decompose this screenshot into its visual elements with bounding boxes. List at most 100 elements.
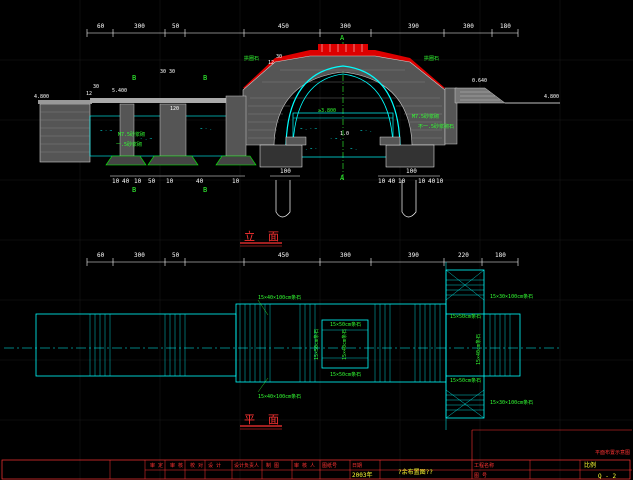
elev-dim-7: 300 <box>463 23 474 30</box>
right-level: 4.800 <box>544 94 559 100</box>
plan-title-char-2: 面 <box>268 413 279 426</box>
bdim-r1: 10 <box>378 178 386 185</box>
section-c-top: B <box>132 74 136 82</box>
bdim-r6: 40 <box>428 178 436 185</box>
elev-dim-6: 390 <box>408 23 419 30</box>
drawing-canvas: 60 300 50 450 300 390 300 180 A A ~ . - … <box>0 0 633 480</box>
bdim-l5: 10 <box>166 178 174 185</box>
svg-text:~ .: ~ . <box>350 146 357 151</box>
bdim-r3: 10 <box>398 178 406 185</box>
arch-top-level: 0.640 <box>472 78 487 84</box>
elev-dim-3: 50 <box>172 23 180 30</box>
bdim-l2: 40 <box>122 178 130 185</box>
svg-text:~ - .: ~ - . <box>360 128 372 133</box>
elev-dim-1: 60 <box>97 23 105 30</box>
bdim-l3: 10 <box>134 178 142 185</box>
svg-text:~ - ~: ~ - ~ <box>100 128 113 133</box>
tb-cell-7: 审 核 人 <box>294 462 315 469</box>
plan-notes: 15×40×100cm条石 15×40×100cm条石 15×50cm条石 15… <box>257 293 533 406</box>
plan-note-mid-v1: 15×50cm条石 <box>313 329 320 360</box>
tb-date: 2003年 <box>352 471 372 479</box>
arch-note-left: 拱圈石 <box>244 55 259 62</box>
plan-dim-6: 390 <box>408 252 419 259</box>
left-note: 一.5砂浆砌 <box>116 141 142 148</box>
bdim-r4: 100 <box>406 168 417 175</box>
section-a-top: A <box>340 34 345 42</box>
tb-cell-5: 设计负责人 <box>234 462 259 469</box>
tb-sheet-label: 图 号 <box>474 473 487 479</box>
bdim-m1: 100 <box>280 168 291 175</box>
small-120: 120 <box>170 106 179 112</box>
plan-top-dimensions: 60 300 50 450 300 390 220 180 <box>86 252 519 266</box>
tb-stamp: 平面布置示意图 <box>595 449 630 456</box>
plan-note-right1: 15×30×100cm条石 <box>490 293 533 300</box>
tb-cell-2: 审 核 <box>170 462 183 469</box>
tb-cell-10: 比例 <box>584 461 596 469</box>
dim-12b: 12 <box>268 60 274 66</box>
plan-title-char-1: 平 <box>244 413 255 426</box>
elev-dim-5: 300 <box>340 23 351 30</box>
svg-text:. ~ -: . ~ - <box>305 146 317 151</box>
plan-note-mid2: 15×50cm条石 <box>330 371 361 378</box>
section-c-bottom: B <box>132 186 136 194</box>
title-block: 审 定 审 核 校 对 设 计 设计负责人 制 图 审 核 人 图纸号 日期 2… <box>1 429 632 480</box>
cad-drawing: 60 300 50 450 300 390 300 180 A A ~ . - … <box>0 0 633 480</box>
plan-note-right-a: 15×50cm条石 <box>450 313 481 320</box>
section-b-bottom: B <box>203 186 207 194</box>
elev-dim-2: 300 <box>134 23 145 30</box>
tb-cell-8: 图纸号 <box>322 462 337 469</box>
mid-top-dims: 30 30 <box>160 69 175 75</box>
plan-note-right2: 15×30×100cm条石 <box>490 399 533 406</box>
left-level: 4.800 <box>34 94 49 100</box>
dim-12a: 12 <box>86 91 92 97</box>
plan-title: 平 面 <box>240 413 282 430</box>
pier-level: 5.400 <box>112 88 127 94</box>
bdim-r5: 10 <box>418 178 426 185</box>
left-m75-note: M7.5砂浆砌 <box>118 131 145 138</box>
elev-dim-4: 450 <box>278 23 289 30</box>
plan-dim-7: 220 <box>458 252 469 259</box>
plan-dim-5: 300 <box>340 252 351 259</box>
plan-dim-3: 50 <box>172 252 180 259</box>
tb-cell-9: 日期 <box>352 463 362 469</box>
svg-text:~ . - ~: ~ . - ~ <box>300 126 317 131</box>
tb-project-label: 工程名称 <box>474 462 494 469</box>
plan-note-right-v: 15×40cm条石 <box>475 334 482 365</box>
bdim-r7: 10 <box>436 178 444 185</box>
tb-sheet-no: Q - 2 <box>598 473 616 480</box>
arch-footings <box>259 136 435 168</box>
right-abutment: 0.640 4.800 <box>444 78 560 145</box>
elev-dim-8: 180 <box>500 23 511 30</box>
plan-dim-8: 180 <box>495 252 506 259</box>
lower-value: 1.0 <box>340 131 349 137</box>
bdim-l6: 40 <box>196 178 204 185</box>
bdim-l4: 50 <box>148 178 156 185</box>
svg-text:~ - .: ~ - . <box>200 126 212 131</box>
tb-cell-4: 设 计 <box>208 462 221 469</box>
elevation-title-char-2: 面 <box>268 230 279 243</box>
tb-cell-6: 制 图 <box>266 462 279 469</box>
bdim-l7: 10 <box>232 178 240 185</box>
arch-note-right: 拱圈石 <box>424 55 439 62</box>
plan-dim-4: 450 <box>278 252 289 259</box>
tb-cell-3: 校 对 <box>190 462 203 469</box>
plan-dim-2: 300 <box>134 252 145 259</box>
foundation-piles <box>275 180 417 218</box>
right-note: 不一.5砂浆砌石 <box>418 123 454 130</box>
bdim-r2: 40 <box>388 178 396 185</box>
plan-note-mid-v2: 15×40cm条石 <box>341 329 348 360</box>
elevation-top-dimensions: 60 300 50 450 300 390 300 180 <box>86 23 519 37</box>
elevation-title-char-1: 立 <box>244 229 255 243</box>
elevation-title: 立 面 <box>240 229 282 247</box>
dim-30a: 30 <box>93 84 99 90</box>
left-abutment: 4.800 <box>34 94 92 163</box>
section-a-bottom: A <box>340 174 345 182</box>
lower-water-level: ≥3.800 <box>318 108 336 114</box>
plan-note-right-b: 15×50cm条石 <box>450 377 481 384</box>
plan-dim-1: 60 <box>97 252 105 259</box>
tb-drawing-name: ?余布置图?? <box>398 468 433 476</box>
plan-note-bottom: 15×40×100cm条石 <box>258 393 301 400</box>
dim-30b: 30 <box>276 54 282 60</box>
plan-note-top: 15×40×100cm条石 <box>258 294 301 301</box>
right-m75-note: M7.5砂浆砌 <box>412 113 439 120</box>
